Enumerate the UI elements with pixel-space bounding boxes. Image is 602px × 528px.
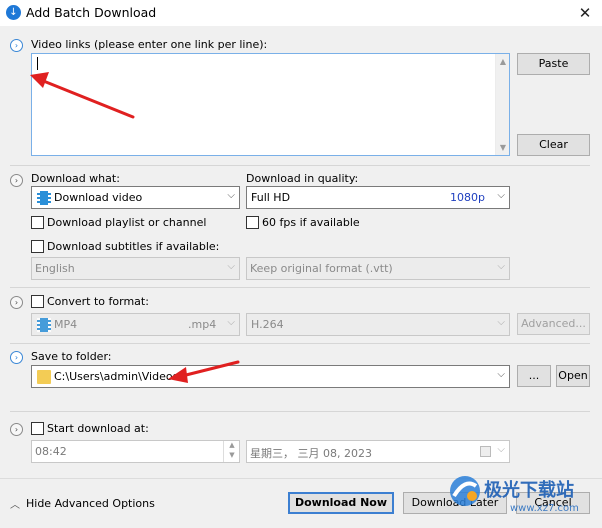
playlist-label: Download playlist or channel: [47, 216, 207, 229]
chevron-right-circle-icon[interactable]: ›: [10, 296, 23, 309]
subtitles-label: Download subtitles if available:: [47, 240, 220, 253]
advanced-button[interactable]: Advanced...: [517, 313, 590, 335]
codec-select[interactable]: H.264 ⌵: [246, 313, 510, 336]
chevron-down-icon: ⌵: [497, 190, 505, 201]
codec-value: H.264: [251, 318, 284, 331]
fps-label: 60 fps if available: [262, 216, 360, 229]
schedule-checkbox[interactable]: [31, 422, 44, 435]
divider: [10, 287, 590, 288]
download-what-value: Download video: [54, 191, 143, 204]
watermark-url: www.xz7.com: [510, 503, 579, 514]
hide-advanced-link[interactable]: Hide Advanced Options: [26, 497, 155, 510]
watermark: 极光下载站 www.xz7.com: [448, 470, 598, 526]
chevron-right-circle-icon[interactable]: ›: [10, 39, 23, 52]
subtitle-language-value: English: [35, 262, 75, 275]
quality-value: Full HD: [251, 191, 291, 204]
chevron-down-icon: ⌵: [227, 317, 235, 328]
format-ext: .mp4: [188, 318, 217, 331]
browse-button[interactable]: ...: [517, 365, 551, 387]
subtitle-format-select[interactable]: Keep original format (.vtt) ⌵: [246, 257, 510, 280]
chevron-down-icon: ⌵: [497, 261, 505, 272]
chevron-down-icon: ⌵: [497, 317, 505, 328]
open-button[interactable]: Open: [556, 365, 590, 387]
download-icon: ↓: [6, 5, 21, 20]
subtitles-checkbox[interactable]: [31, 240, 44, 253]
calendar-icon[interactable]: [480, 446, 491, 457]
chevron-right-circle-icon[interactable]: ›: [10, 423, 23, 436]
playlist-checkbox[interactable]: [31, 216, 44, 229]
divider: [10, 343, 590, 344]
chevron-up-icon[interactable]: ︿: [10, 496, 20, 511]
schedule-label: Start download at:: [47, 422, 149, 435]
download-what-label: Download what:: [31, 172, 120, 185]
format-value: MP4: [54, 318, 78, 331]
spin-up-icon[interactable]: ▲: [224, 441, 240, 449]
format-select[interactable]: MP4 .mp4 ⌵: [31, 313, 240, 336]
quality-label: Download in quality:: [246, 172, 359, 185]
film-icon: [37, 191, 51, 205]
title-bar: ↓ Add Batch Download ✕: [0, 0, 602, 26]
window-title: Add Batch Download: [26, 5, 157, 20]
chevron-right-circle-icon[interactable]: ›: [10, 351, 23, 364]
film-icon: [37, 318, 51, 332]
clear-button[interactable]: Clear: [517, 134, 590, 156]
chevron-right-circle-icon[interactable]: ›: [10, 174, 23, 187]
chevron-down-icon: ⌵: [227, 261, 235, 272]
annotation-arrow: [30, 72, 135, 119]
chevron-down-icon: ⌵: [497, 369, 505, 380]
watermark-text: 极光下载站: [484, 480, 574, 501]
download-now-button[interactable]: Download Now: [288, 492, 394, 514]
subtitle-language-select[interactable]: English ⌵: [31, 257, 240, 280]
date-value: 星期三， 三月 08, 2023: [250, 447, 372, 460]
chevron-down-icon: ⌵: [227, 190, 235, 201]
divider: [10, 411, 590, 412]
spin-down-icon[interactable]: ▼: [224, 451, 240, 459]
download-what-select[interactable]: Download video ⌵: [31, 186, 240, 209]
scroll-down-icon[interactable]: ▼: [496, 143, 510, 152]
time-value: 08:42: [35, 445, 67, 458]
chevron-down-icon: ⌵: [497, 444, 505, 455]
date-field[interactable]: 星期三， 三月 08, 2023 ⌵: [246, 440, 510, 463]
save-label: Save to folder:: [31, 350, 112, 363]
subtitle-format-value: Keep original format (.vtt): [250, 262, 393, 275]
links-label: Video links (please enter one link per l…: [31, 38, 268, 51]
quality-select[interactable]: Full HD 1080p ⌵: [246, 186, 510, 209]
divider: [10, 165, 590, 166]
convert-checkbox[interactable]: [31, 295, 44, 308]
fps-checkbox[interactable]: [246, 216, 259, 229]
folder-icon: [37, 370, 51, 384]
quality-badge: 1080p: [450, 191, 485, 204]
time-spinner[interactable]: ▲ ▼: [223, 441, 239, 462]
paste-button[interactable]: Paste: [517, 53, 590, 75]
links-scrollbar[interactable]: ▲ ▼: [495, 54, 509, 155]
scroll-up-icon[interactable]: ▲: [496, 57, 510, 66]
convert-label: Convert to format:: [47, 295, 149, 308]
close-icon[interactable]: ✕: [574, 2, 596, 24]
time-field[interactable]: 08:42 ▲ ▼: [31, 440, 240, 463]
annotation-arrow: [168, 360, 240, 383]
folder-select[interactable]: C:\Users\admin\Videos ⌵: [31, 365, 510, 388]
watermark-logo-icon: [450, 476, 480, 506]
